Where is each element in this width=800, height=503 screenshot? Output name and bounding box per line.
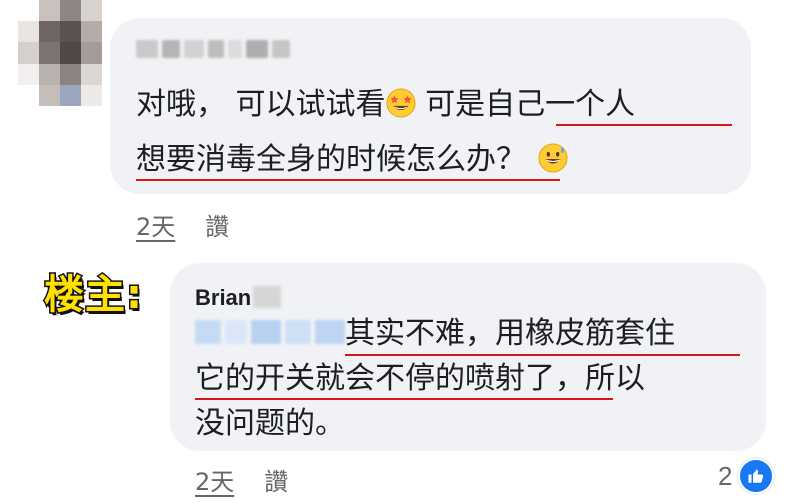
- comment-text-line: 对哦， 可以试试看 可是自己一个人: [136, 88, 635, 120]
- avatar-pixel: [60, 0, 81, 22]
- avatar-pixel: [81, 84, 102, 106]
- reply-text-line: 它的开关就会不停的喷射了，所以: [195, 364, 645, 394]
- reply-text-line: 其实不难，用橡皮筋套住: [345, 319, 675, 349]
- avatar-pixel: [81, 42, 102, 64]
- avatar-pixel: [18, 0, 39, 22]
- comment-timestamp[interactable]: 2天: [136, 213, 175, 241]
- avatar-pixel: [39, 42, 60, 64]
- avatar-pixel: [18, 63, 39, 85]
- reply-meta: 2天 讚: [195, 462, 288, 497]
- reply-timestamp[interactable]: 2天: [195, 468, 234, 496]
- avatar-pixel: [39, 21, 60, 43]
- reaction-count: 2: [718, 460, 733, 491]
- red-underline: [556, 124, 732, 126]
- comment-text: 对哦， 可以试试看: [136, 87, 386, 122]
- red-underline: [136, 179, 560, 181]
- red-underline: [195, 398, 613, 400]
- like-button[interactable]: 讚: [264, 468, 288, 496]
- mention-blurred[interactable]: [195, 320, 345, 344]
- reply-text: 没问题的。: [195, 406, 345, 441]
- author-name-text: Brian: [195, 285, 252, 310]
- thumbs-up-icon: [738, 458, 775, 494]
- comment-text-line: 想要消毒全身的时候怎么办？: [136, 143, 568, 175]
- avatar-pixel: [60, 42, 81, 64]
- avatar-pixel: [39, 84, 60, 106]
- avatar-pixel: [81, 21, 102, 43]
- avatar-pixel: [39, 0, 60, 22]
- avatar-pixel: [81, 63, 102, 85]
- comment-meta: 2天 讚: [136, 207, 229, 242]
- avatar-pixel: [39, 63, 60, 85]
- avatar-pixel: [60, 84, 81, 106]
- op-label: 楼主:: [43, 271, 144, 320]
- avatar-pixel: [18, 42, 39, 64]
- reply-text-line: 没问题的。: [195, 409, 345, 439]
- avatar-pixel: [18, 21, 39, 43]
- grinning-sweat-emoji-icon: [538, 143, 568, 173]
- avatar-pixel: [60, 63, 81, 85]
- avatar-pixel: [81, 0, 102, 22]
- avatar-pixel: [18, 84, 39, 106]
- comment-thread: 对哦， 可以试试看 可是自己一个人 想要消毒全身的时候怎么办？ 2天讚 楼主: …: [0, 0, 800, 503]
- reply-text: 其实不难，用橡皮筋套住: [345, 316, 675, 351]
- comment-text: 可是自己一个人: [415, 87, 636, 122]
- reply-author-name[interactable]: Brian: [195, 285, 282, 311]
- reaction-summary[interactable]: 2: [718, 458, 775, 494]
- avatar[interactable]: [18, 0, 102, 106]
- reply-text: 它的开关就会不停的喷射了，所以: [195, 361, 645, 396]
- comment-text: 想要消毒全身的时候怎么办？: [136, 142, 526, 177]
- avatar-pixel: [60, 21, 81, 43]
- red-underline: [345, 354, 740, 356]
- star-struck-emoji-icon: [386, 88, 416, 118]
- like-button[interactable]: 讚: [205, 213, 229, 241]
- commenter-name-blurred[interactable]: [136, 40, 290, 58]
